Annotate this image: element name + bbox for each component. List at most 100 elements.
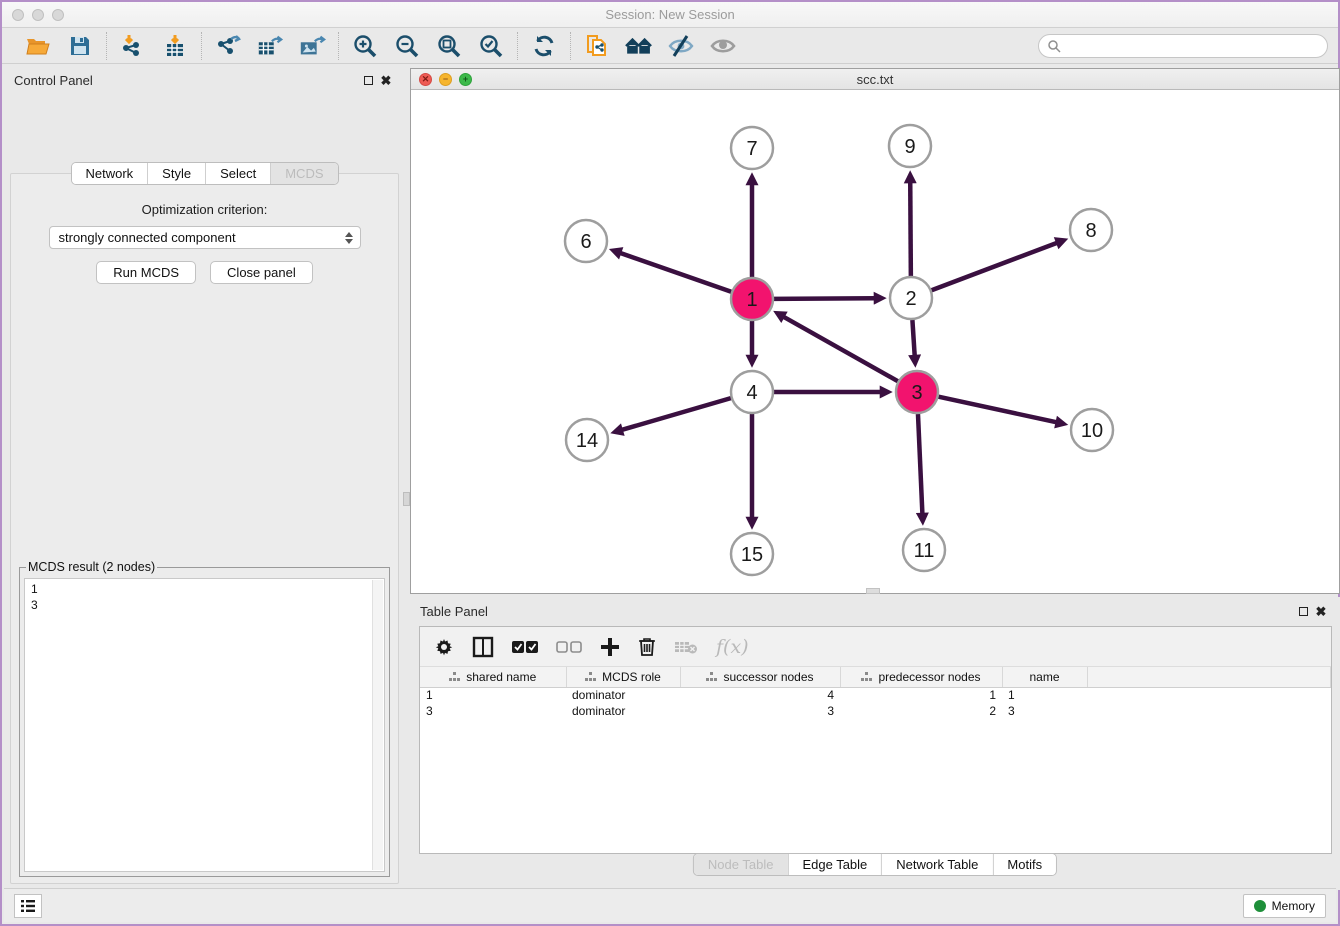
split-columns-icon[interactable] (472, 636, 494, 658)
import-table-icon[interactable] (161, 33, 189, 59)
dropdown-stepper-icon (343, 229, 356, 246)
graph-edge-2-9[interactable] (910, 182, 911, 276)
memory-button[interactable]: Memory (1243, 894, 1326, 918)
graph-node-1[interactable]: 1 (731, 278, 773, 320)
graph-edge-1-2[interactable] (774, 298, 875, 299)
hierarchy-icon (706, 672, 717, 682)
main-toolbar (2, 28, 1338, 64)
zoom-selected-icon[interactable] (477, 33, 505, 59)
graph-node-3[interactable]: 3 (896, 371, 938, 413)
zoom-out-icon[interactable] (393, 33, 421, 59)
hide-selected-icon[interactable] (667, 33, 695, 59)
graph-edge-3-11[interactable] (918, 414, 922, 514)
tab-network-table[interactable]: Network Table (881, 854, 992, 875)
network-window-title: scc.txt (411, 72, 1339, 87)
graph-node-6[interactable]: 6 (565, 220, 607, 262)
network-resize-grip[interactable] (866, 588, 880, 594)
refresh-icon[interactable] (530, 33, 558, 59)
export-network-icon[interactable] (214, 33, 242, 59)
graph-node-15[interactable]: 15 (731, 533, 773, 575)
optimization-criterion-label: Optimization criterion: (11, 202, 398, 217)
graph-node-2[interactable]: 2 (890, 277, 932, 319)
list-icon (20, 899, 36, 913)
graph-node-7[interactable]: 7 (731, 127, 773, 169)
network-canvas[interactable]: 7 9 6 8 1 2 4 3 14 10 15 11 (411, 90, 1339, 593)
svg-text:10: 10 (1081, 420, 1103, 442)
delete-row-icon[interactable] (638, 636, 656, 657)
export-image-icon[interactable] (298, 33, 326, 59)
graph-edge-3-10[interactable] (938, 397, 1056, 423)
mcds-result-area[interactable]: 1 3 (24, 578, 385, 872)
run-mcds-button[interactable]: Run MCDS (96, 261, 196, 284)
graph-node-9[interactable]: 9 (889, 125, 931, 167)
svg-text:15: 15 (741, 544, 763, 566)
clone-network-icon[interactable] (583, 33, 611, 59)
hierarchy-icon (585, 672, 596, 682)
graph-node-8[interactable]: 8 (1070, 209, 1112, 251)
deselect-all-columns-icon[interactable] (556, 640, 582, 654)
table-toolbar: f(x) (420, 627, 1331, 667)
svg-text:4: 4 (746, 382, 757, 404)
home-layout-icon[interactable] (625, 33, 653, 59)
tab-style[interactable]: Style (147, 163, 205, 184)
delete-table-icon (674, 639, 698, 655)
graph-node-10[interactable]: 10 (1071, 409, 1113, 451)
search-field[interactable] (1038, 34, 1328, 58)
tab-motifs[interactable]: Motifs (992, 854, 1056, 875)
main-titlebar: Session: New Session (2, 2, 1338, 28)
tab-network[interactable]: Network (71, 163, 147, 184)
float-table-panel-icon[interactable] (1294, 603, 1312, 619)
svg-text:3: 3 (911, 382, 922, 404)
zoom-in-icon[interactable] (351, 33, 379, 59)
select-all-columns-icon[interactable] (512, 640, 538, 654)
svg-text:1: 1 (746, 289, 757, 311)
result-scrollbar[interactable] (372, 580, 383, 870)
table-row[interactable]: 3dominator323 (420, 703, 1331, 719)
memory-status-icon (1254, 900, 1266, 912)
tab-node-table[interactable]: Node Table (694, 854, 788, 875)
task-history-button[interactable] (14, 894, 42, 918)
graph-node-11[interactable]: 11 (903, 529, 945, 571)
save-session-icon[interactable] (66, 33, 94, 59)
close-panel-icon[interactable]: ✖ (377, 72, 395, 88)
function-builder-icon: f(x) (716, 636, 749, 658)
column-header-MCDS-role[interactable]: MCDS role (566, 667, 680, 687)
svg-text:8: 8 (1085, 220, 1096, 242)
criterion-dropdown[interactable]: strongly connected component (49, 226, 361, 249)
table-settings-icon[interactable] (434, 637, 454, 657)
close-panel-button[interactable]: Close panel (210, 261, 313, 284)
graph-edge-1-6[interactable] (620, 253, 731, 292)
zoom-fit-icon[interactable] (435, 33, 463, 59)
criterion-value: strongly connected component (59, 230, 343, 245)
float-panel-icon[interactable] (359, 72, 377, 88)
table-row[interactable]: 1dominator411 (420, 687, 1331, 703)
add-row-icon[interactable] (600, 637, 620, 657)
open-file-icon[interactable] (24, 33, 52, 59)
tab-select[interactable]: Select (205, 163, 270, 184)
show-all-icon[interactable] (709, 33, 737, 59)
mcds-panel-body: Optimization criterion: strongly connect… (10, 173, 399, 884)
search-input[interactable] (1061, 39, 1319, 53)
tab-mcds[interactable]: MCDS (270, 163, 337, 184)
window-title: Session: New Session (2, 7, 1338, 22)
graph-edge-2-3[interactable] (912, 320, 914, 356)
graph-edge-4-14[interactable] (622, 398, 731, 430)
export-table-icon[interactable] (256, 33, 284, 59)
close-table-panel-icon[interactable]: ✖ (1312, 603, 1330, 619)
control-panel-title: Control Panel (14, 73, 93, 88)
tab-edge-table[interactable]: Edge Table (787, 854, 881, 875)
graph-node-14[interactable]: 14 (566, 419, 608, 461)
mcds-result-title: MCDS result (2 nodes) (26, 560, 157, 574)
column-header-shared-name[interactable]: shared name (420, 667, 566, 687)
graph-edge-2-8[interactable] (932, 243, 1058, 291)
column-header-predecessor-nodes[interactable]: predecessor nodes (840, 667, 1002, 687)
column-header-successor-nodes[interactable]: successor nodes (680, 667, 840, 687)
graph-edge-3-1[interactable] (783, 317, 897, 382)
graph-node-4[interactable]: 4 (731, 371, 773, 413)
import-network-icon[interactable] (119, 33, 147, 59)
svg-text:6: 6 (580, 231, 591, 253)
svg-text:7: 7 (746, 138, 757, 160)
splitter-grip[interactable] (403, 492, 410, 506)
control-panel: Control Panel ✖ NetworkStyleSelectMCDS O… (4, 66, 405, 890)
column-header-name[interactable]: name (1002, 667, 1087, 687)
